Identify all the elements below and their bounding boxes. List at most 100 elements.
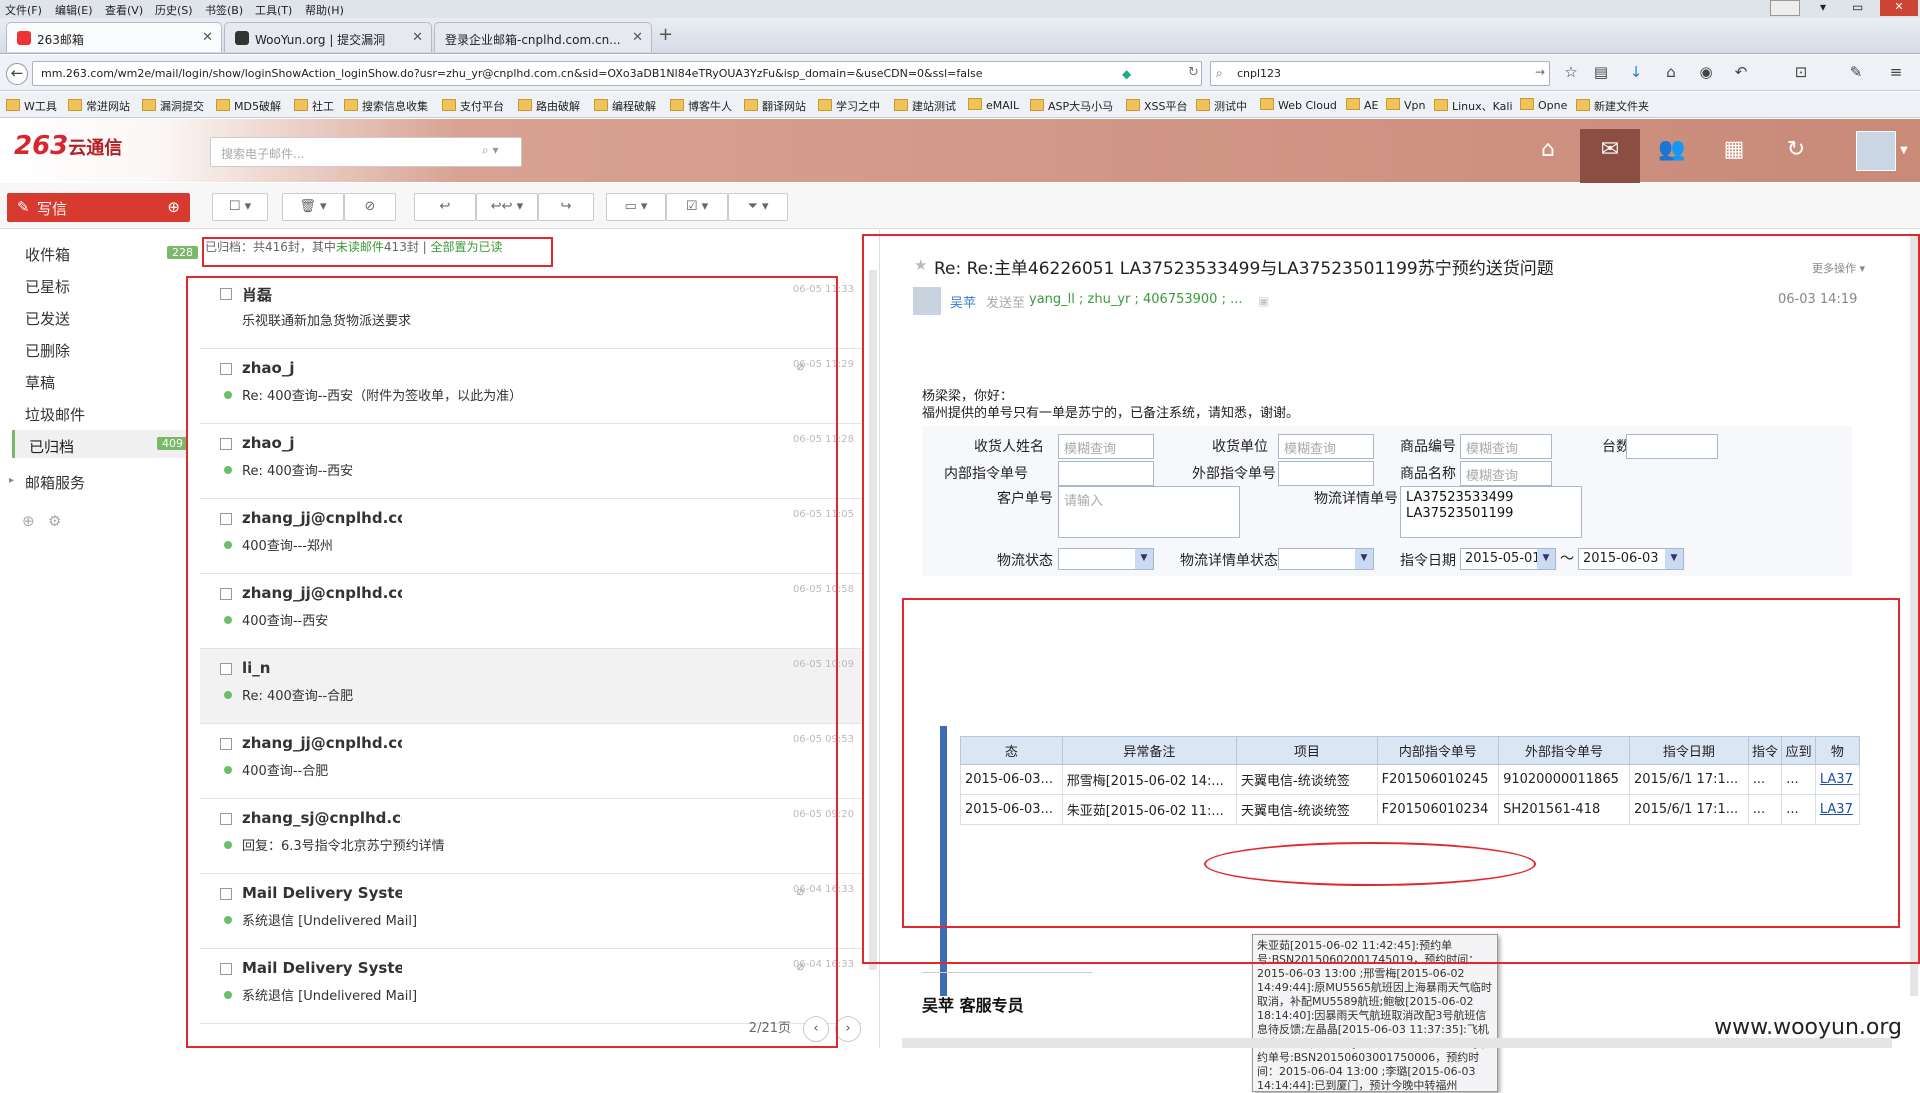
mail-list-item[interactable]: 肖磊乐视联通新加急货物派送要求06-05 11:33	[200, 274, 862, 349]
sidebar-item-spam[interactable]: 垃圾邮件	[25, 404, 85, 425]
unread-filter-link[interactable]: 未读邮件	[336, 240, 384, 254]
grid-header-cell[interactable]: 指令	[1748, 737, 1782, 765]
new-tab-icon[interactable]: +	[658, 24, 673, 45]
bookmark-item[interactable]: 常进网站	[68, 98, 130, 114]
bookmark-item[interactable]: Linux、Kali	[1434, 98, 1513, 114]
bookmark-item[interactable]: 编程破解	[594, 98, 656, 114]
mail-checkbox[interactable]	[220, 963, 232, 975]
go-arrow-icon[interactable]: →	[1535, 65, 1545, 79]
date-to-select[interactable]: 2015-06-03▼	[1578, 548, 1684, 570]
date-from-select[interactable]: 2015-05-01▼	[1460, 548, 1556, 570]
move-folder-button[interactable]: ▭ ▾	[606, 193, 666, 221]
menu-edit[interactable]: 编辑(E)	[55, 2, 93, 18]
mail-checkbox[interactable]	[220, 813, 232, 825]
avatar[interactable]	[1856, 131, 1896, 171]
minimize-icon[interactable]: ▾	[1820, 0, 1826, 14]
select-checkbox-button[interactable]: ☐ ▾	[212, 193, 268, 221]
mail-list-item[interactable]: zhang_jj@cnplhd.co400查询--合肥06-05 09:53	[200, 724, 862, 799]
mail-checkbox[interactable]	[220, 888, 232, 900]
mark-button[interactable]: ☑ ▾	[666, 193, 728, 221]
mail-list-item[interactable]: zhao_jRe: 400查询--西安（附件为签收单，以此为准）⌀06-05 1…	[200, 349, 862, 424]
bookmark-item[interactable]: 建站测试	[894, 98, 956, 114]
mail-checkbox[interactable]	[220, 513, 232, 525]
bookmark-item[interactable]: 博客牛人	[670, 98, 732, 114]
spam-block-button[interactable]: ⊘	[344, 193, 396, 221]
reading-scrollbar[interactable]	[1910, 236, 1918, 996]
sidebar-item-deleted[interactable]: 已删除	[25, 340, 70, 361]
mail-checkbox[interactable]	[220, 663, 232, 675]
prev-page-icon[interactable]: ‹	[803, 1016, 829, 1042]
bookmark-item[interactable]: MD5破解	[216, 98, 281, 114]
recipients[interactable]: yang_ll ; zhu_yr ; 406753900 ; ...	[1029, 292, 1242, 307]
mail-icon[interactable]: ✉	[1580, 129, 1640, 183]
expand-recipients-icon[interactable]: ▣	[1258, 294, 1269, 308]
maximize-icon[interactable]: ▭	[1852, 0, 1863, 14]
tab-263mail[interactable]: 263邮箱 ✕	[6, 22, 222, 52]
contacts-icon[interactable]: 👥	[1642, 129, 1702, 173]
grid-header-cell[interactable]: 项目	[1237, 737, 1378, 765]
mail-search-input[interactable]: 搜索电子邮件...	[210, 137, 522, 167]
back-icon[interactable]: ←	[6, 63, 28, 85]
bookmark-item[interactable]: 支付平台	[442, 98, 504, 114]
sidebar-item-sent[interactable]: 已发送	[25, 308, 70, 329]
bookmark-item[interactable]: AE	[1346, 98, 1378, 112]
product-name-input[interactable]: 模糊查询	[1460, 461, 1552, 486]
mail-checkbox[interactable]	[220, 588, 232, 600]
consignee-unit-input[interactable]: 模糊查询	[1278, 434, 1374, 459]
quantity-input[interactable]	[1626, 434, 1718, 459]
chat-icon[interactable]: ◉	[1695, 63, 1717, 85]
bookmark-item[interactable]: 测试中	[1196, 98, 1247, 114]
bookmark-item[interactable]: 学习之中	[818, 98, 880, 114]
customer-no-textarea[interactable]: 请输入	[1058, 486, 1240, 538]
close-window-icon[interactable]: ✕	[1880, 0, 1918, 16]
reply-button[interactable]: ↩	[414, 193, 476, 221]
close-tab-icon[interactable]: ✕	[202, 30, 213, 45]
mail-list-item[interactable]: Mail Delivery System系统退信 [Undelivered Ma…	[200, 949, 862, 1024]
bookmark-item[interactable]: XSS平台	[1126, 98, 1188, 114]
calendar-icon[interactable]: ▦	[1704, 129, 1764, 173]
reload-icon[interactable]: ↻	[1188, 65, 1199, 80]
consignee-name-input[interactable]: 模糊查询	[1058, 434, 1154, 459]
grid-header-cell[interactable]: 态	[961, 737, 1063, 765]
list-scrollbar[interactable]	[869, 270, 877, 970]
grid-header-cell[interactable]: 指令日期	[1630, 737, 1749, 765]
mail-checkbox[interactable]	[220, 363, 232, 375]
forward-button[interactable]: ↪	[538, 193, 594, 221]
chevron-down-icon[interactable]: ▼	[1900, 145, 1908, 156]
close-tab-icon[interactable]: ✕	[412, 30, 423, 45]
grid-header-cell[interactable]: 外部指令单号	[1499, 737, 1630, 765]
bookmark-item[interactable]: W工具	[6, 98, 57, 114]
url-input[interactable]: mm.263.com/wm2e/mail/login/show/loginSho…	[32, 61, 1202, 86]
sidebar-item-mail-services[interactable]: ▸邮箱服务	[25, 472, 85, 493]
reader-icon[interactable]: ▤	[1590, 63, 1612, 85]
close-tab-icon[interactable]: ✕	[632, 30, 643, 45]
logistics-status-select[interactable]: ▼	[1058, 548, 1154, 570]
search-icon[interactable]: ⌕ ▾	[482, 143, 499, 158]
mail-list-item[interactable]: Mail Delivery System系统退信 [Undelivered Ma…	[200, 874, 862, 949]
shield-icon[interactable]: ◆	[1122, 67, 1131, 81]
tab-enterprise-login[interactable]: 登录企业邮箱-cnplhd.com.cn... ✕	[434, 22, 652, 52]
grid-row[interactable]: 2015-06-03...邢雪梅[2015-06-02 14:...天翼电信-统…	[961, 765, 1860, 795]
menu-view[interactable]: 查看(V)	[105, 2, 143, 18]
sender-name[interactable]: 吴苹	[950, 292, 976, 311]
263-logo[interactable]: 263云通信	[14, 131, 122, 161]
delete-button[interactable]: 🗑 ▾	[282, 193, 344, 221]
grid-header-cell[interactable]: 内部指令单号	[1377, 737, 1498, 765]
download-icon[interactable]: ↓	[1625, 63, 1647, 85]
sync-icon[interactable]: ↻	[1766, 129, 1826, 173]
bookmark-item[interactable]: 新建文件夹	[1576, 98, 1649, 114]
restore-icon[interactable]	[1770, 0, 1800, 16]
star-icon[interactable]: ★	[914, 256, 927, 274]
bookmark-item[interactable]: 翻译网站	[744, 98, 806, 114]
bookmark-item[interactable]: eMAIL	[968, 98, 1019, 112]
mail-list-item[interactable]: zhang_jj@cnplhd.co400查询---郑州06-05 11:05	[200, 499, 862, 574]
menu-history[interactable]: 历史(S)	[155, 2, 193, 18]
product-code-input[interactable]: 模糊查询	[1460, 434, 1552, 459]
mail-checkbox[interactable]	[220, 738, 232, 750]
undo-icon[interactable]: ↶	[1730, 63, 1752, 85]
menu-help[interactable]: 帮助(H)	[305, 2, 344, 18]
grid-cell[interactable]: LA37	[1815, 795, 1859, 825]
mail-checkbox[interactable]	[220, 288, 232, 300]
menu-tools[interactable]: 工具(T)	[255, 2, 292, 18]
sidebar-item-archived[interactable]: 已归档 409	[12, 430, 188, 458]
